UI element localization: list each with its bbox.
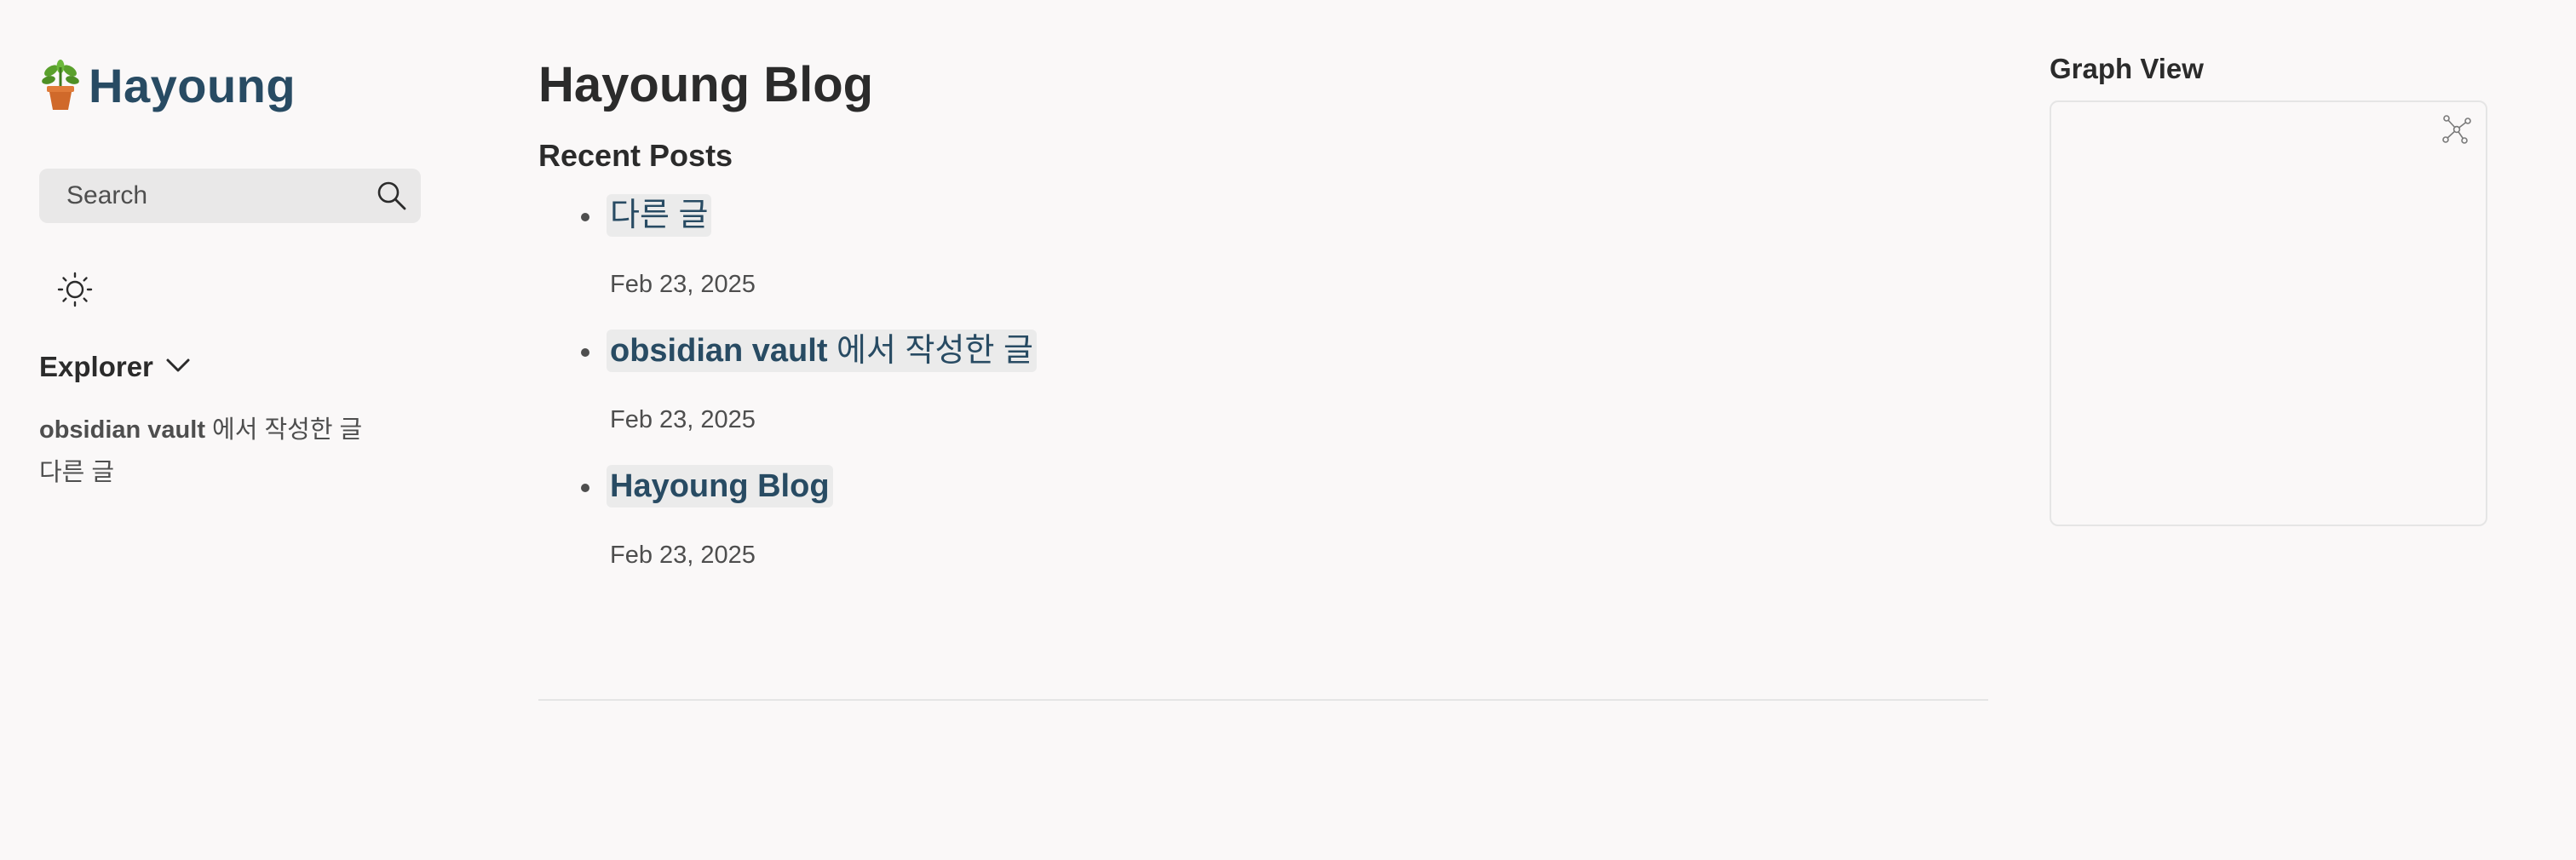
search-input[interactable]: Search [39,169,421,223]
explorer-item[interactable]: 다른 글 [39,451,423,494]
graph-view-canvas[interactable] [2050,100,2487,526]
list-item: obsidian vault 에서 작성한 글 Feb 23, 2025 [538,330,1988,434]
post-link[interactable]: 다른 글 [607,194,712,237]
search-icon [375,179,409,213]
explorer-item[interactable]: obsidian vault 에서 작성한 글 [39,409,423,451]
post-date: Feb 23, 2025 [610,271,756,298]
chevron-down-icon [165,357,191,378]
bullet [581,484,589,492]
page-title: Hayoung Blog [538,57,874,112]
graph-view-title: Graph View [2050,53,2204,84]
brand: Hayoung [39,51,423,119]
sun-icon [56,271,94,312]
right-sidebar: Graph View [2050,51,2487,526]
main-content: Hayoung Blog Recent Posts 다른 글 Feb 23, 2… [538,51,1988,570]
recent-posts-title: Recent Posts [538,138,733,173]
explorer-toggle[interactable]: Explorer [39,351,423,383]
post-date: Feb 23, 2025 [610,542,756,569]
post-link[interactable]: obsidian vault 에서 작성한 글 [607,330,1037,372]
explorer-list: obsidian vault 에서 작성한 글 다른 글 [39,409,423,494]
graph-network-icon[interactable] [2441,114,2472,145]
list-item: 다른 글 Feb 23, 2025 [538,194,1988,299]
divider [538,699,1988,701]
list-item: Hayoung Blog Feb 23, 2025 [538,465,1988,570]
brand-title[interactable]: Hayoung [89,58,296,113]
search-label: Search [66,181,148,209]
post-link[interactable]: Hayoung Blog [607,465,833,507]
potted-plant-icon [39,59,82,112]
post-date: Feb 23, 2025 [610,406,756,433]
explorer-title: Explorer [39,351,153,382]
bullet [581,213,589,221]
left-sidebar: Hayoung Search Explorer obsidian vault 에… [39,51,423,507]
bullet [581,348,589,357]
recent-posts-list: 다른 글 Feb 23, 2025 obsidian vault 에서 작성한 … [538,194,1988,570]
theme-toggle-button[interactable] [53,269,97,313]
